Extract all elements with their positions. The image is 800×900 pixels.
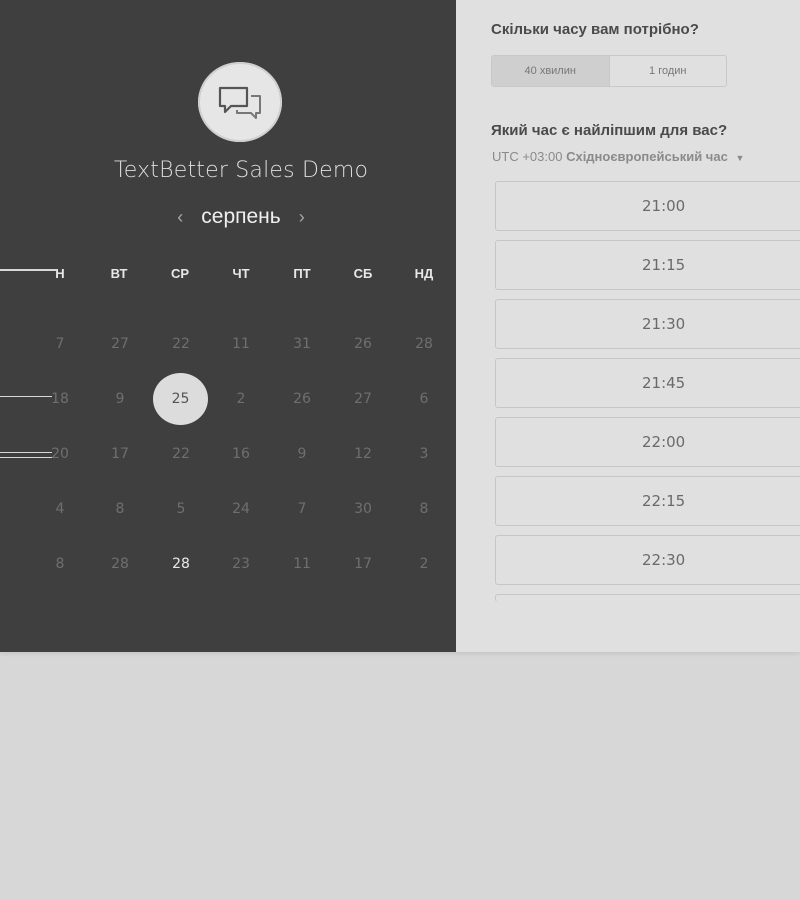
duration-toggle: 40 хвилин 1 годин	[491, 55, 727, 87]
calendar-day[interactable]: 2	[221, 391, 261, 407]
calendar-day[interactable]: 18	[40, 391, 80, 407]
calendar-day[interactable]: 26	[282, 391, 322, 407]
time-slot-partial[interactable]	[495, 594, 800, 602]
calendar-day-available[interactable]: 28	[161, 556, 201, 572]
time-slot[interactable]: 21:15	[495, 240, 800, 290]
timezone-offset: UTC +03:00	[492, 149, 563, 164]
chevron-right-icon[interactable]: ›	[281, 205, 323, 229]
weekday-sat: СБ	[353, 266, 373, 281]
calendar-day[interactable]: 3	[404, 446, 444, 462]
weekday-tue: ВТ	[110, 266, 128, 281]
calendar-day[interactable]: 7	[40, 336, 80, 352]
calendar-day[interactable]: 20	[40, 446, 80, 462]
calendar-day[interactable]: 8	[100, 501, 140, 517]
calendar-day[interactable]: 27	[100, 336, 140, 352]
event-logo	[198, 62, 282, 142]
timezone-selector[interactable]: UTC +03:00 Східноєвропейський час ▼	[492, 149, 744, 164]
calendar-day[interactable]: 11	[282, 556, 322, 572]
calendar-day[interactable]: 5	[161, 501, 201, 517]
calendar-day[interactable]: 17	[100, 446, 140, 462]
calendar-day[interactable]: 7	[282, 501, 322, 517]
calendar-day[interactable]: 8	[404, 501, 444, 517]
calendar-day[interactable]: 24	[221, 501, 261, 517]
chat-bubbles-icon	[218, 86, 261, 119]
scheduler-widget: TextBetter Sales Demo ‹ серпень › Н ВТ С…	[0, 0, 800, 652]
caret-down-icon: ▼	[735, 153, 745, 163]
event-title: TextBetter Sales Demo	[113, 158, 369, 183]
weekday-fri: ПТ	[293, 266, 311, 281]
calendar-day[interactable]: 4	[40, 501, 80, 517]
calendar-day[interactable]: 28	[404, 336, 444, 352]
timezone-name: Східноєвропейський час	[566, 149, 728, 164]
calendar-day[interactable]: 16	[221, 446, 261, 462]
calendar-panel: TextBetter Sales Demo ‹ серпень › Н ВТ С…	[0, 0, 456, 652]
time-slot[interactable]: 22:15	[495, 476, 800, 526]
time-slot[interactable]: 21:30	[495, 299, 800, 349]
month-navigation: ‹ серпень ›	[0, 205, 456, 229]
calendar-day[interactable]: 23	[221, 556, 261, 572]
time-slot[interactable]: 21:45	[495, 358, 800, 408]
calendar-day[interactable]: 8	[40, 556, 80, 572]
calendar-day[interactable]: 12	[343, 446, 383, 462]
weekday-header: Н ВТ СР ЧТ ПТ СБ НД	[0, 266, 456, 286]
time-slot[interactable]: 22:00	[495, 417, 800, 467]
time-selection-panel: Скільки часу вам потрібно? 40 хвилин 1 г…	[456, 0, 800, 652]
duration-option-1h[interactable]: 1 годин	[610, 56, 727, 86]
duration-question: Скільки часу вам потрібно?	[491, 21, 699, 38]
weekday-wed: СР	[170, 266, 190, 281]
calendar-day[interactable]: 26	[343, 336, 383, 352]
calendar-day[interactable]: 31	[282, 336, 322, 352]
time-slot[interactable]: 22:30	[495, 535, 800, 585]
selected-day[interactable]: 25	[153, 373, 208, 425]
calendar-day[interactable]: 11	[221, 336, 261, 352]
week-indicator-line	[0, 269, 56, 271]
duration-option-40min[interactable]: 40 хвилин	[492, 56, 610, 86]
calendar-day[interactable]: 9	[282, 446, 322, 462]
calendar-day[interactable]: 22	[161, 336, 201, 352]
calendar-day[interactable]: 17	[343, 556, 383, 572]
calendar-day[interactable]: 6	[404, 391, 444, 407]
calendar-day[interactable]: 28	[100, 556, 140, 572]
time-question: Який час є найліпшим для вас?	[491, 122, 728, 139]
time-slot[interactable]: 21:00	[495, 181, 800, 231]
weekday-sun: НД	[414, 266, 434, 281]
month-label: серпень	[201, 205, 281, 228]
calendar-day[interactable]: 2	[404, 556, 444, 572]
chevron-left-icon[interactable]: ‹	[159, 205, 201, 229]
weekday-thu: ЧТ	[232, 266, 250, 281]
calendar-day[interactable]: 22	[161, 446, 201, 462]
calendar-day[interactable]: 27	[343, 391, 383, 407]
calendar-day[interactable]: 30	[343, 501, 383, 517]
calendar-day[interactable]: 9	[100, 391, 140, 407]
